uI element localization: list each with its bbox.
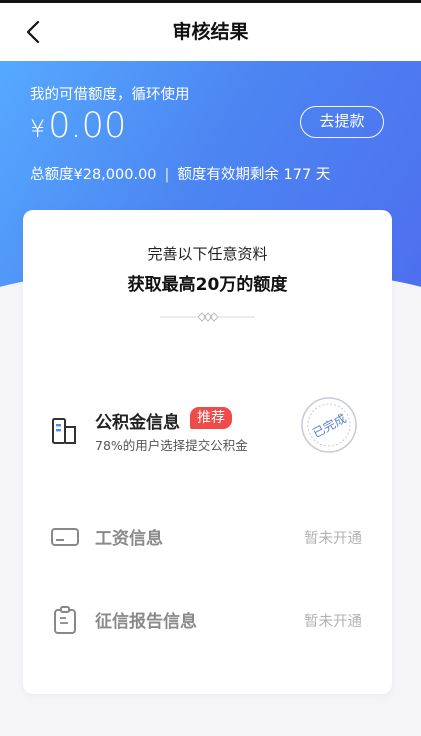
total-label: 总额度 bbox=[30, 167, 74, 183]
total-credit-row: 总额度¥28,000.00 | 额度有效期剩余 177 天 bbox=[30, 163, 330, 184]
card-subtitle: 完善以下任意资料 bbox=[147, 245, 268, 263]
validity-text: 额度有效期剩余 177 天 bbox=[177, 167, 331, 183]
clipboard-icon bbox=[54, 606, 76, 634]
info-card: 完善以下任意资料 获取最高20万的额度 公积金信息 推荐 78%的用户选择提交公… bbox=[23, 210, 392, 694]
building-icon bbox=[52, 418, 76, 444]
nav-bar: 审核结果 bbox=[0, 3, 421, 61]
page-title: 审核结果 bbox=[172, 21, 249, 43]
total-amount: 28,000.00 bbox=[82, 167, 157, 183]
currency-symbol: ¥ bbox=[30, 115, 46, 143]
credit-label: 我的可借额度，循环使用 bbox=[30, 87, 190, 103]
item-status: 暂未开通 bbox=[304, 614, 362, 630]
separator: | bbox=[164, 167, 170, 183]
item-name: 工资信息 bbox=[95, 529, 163, 549]
completed-stamp: 已完成 bbox=[301, 397, 357, 453]
total-currency: ¥ bbox=[73, 167, 83, 183]
item-name: 公积金信息 bbox=[95, 413, 180, 433]
card-title: 获取最高20万的额度 bbox=[127, 275, 288, 295]
amount-value: 0.00 bbox=[48, 106, 127, 146]
available-amount: ¥0.00 bbox=[30, 106, 126, 146]
item-name: 征信报告信息 bbox=[95, 612, 197, 632]
recommend-badge: 推荐 bbox=[190, 407, 232, 429]
card-icon bbox=[51, 528, 79, 546]
stamp-text: 已完成 bbox=[310, 410, 349, 440]
item-description: 78%的用户选择提交公积金 bbox=[95, 438, 248, 453]
divider-ornament-icon bbox=[160, 312, 255, 322]
item-status: 暂未开通 bbox=[304, 531, 362, 547]
withdraw-button[interactable]: 去提款 bbox=[300, 106, 384, 138]
